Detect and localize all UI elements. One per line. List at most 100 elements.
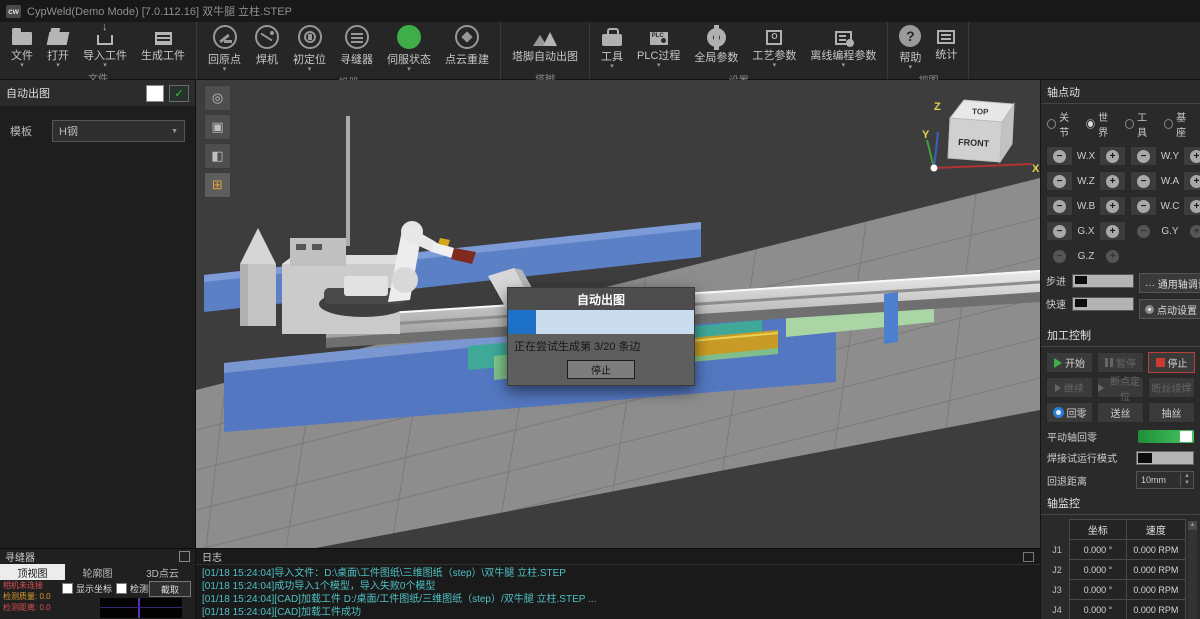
viewport-3d[interactable]: ◎▣◧⊞ TOP FRONT X Y Z 自动出图 正在尝试生成第 3/20 条… [196,80,1040,548]
view-cube-top-label[interactable]: TOP [972,107,989,117]
log-entries[interactable]: [01/18 15:24:04]导入文件：D:\桌面\工件图纸\三维图纸（ste… [196,565,1040,619]
checkbox-显示坐标[interactable]: 显示坐标 [62,582,112,595]
retract-distance-spinner[interactable]: 10mm ▲▼ [1136,471,1194,489]
axis-x-label: X [1032,163,1040,175]
stop-button[interactable]: 停止 [567,360,635,379]
radio-icon [1125,119,1134,129]
ribbon-button-label: 离线编程参数 [810,47,876,63]
checkbox-icon [62,583,73,594]
general-axis-debug-button[interactable]: ··· 通用轴调试 [1139,273,1200,293]
auto-draw-title: 自动出图 [6,85,141,101]
ribbon-button-home-origin[interactable]: 回原点▾ [201,22,248,73]
stop-button-panel[interactable]: 停止 [1148,352,1195,373]
preview-check-icon[interactable]: ✓ [169,85,189,102]
jog-plus-W.B[interactable]: + [1099,196,1126,216]
rewire-button[interactable]: 断丝续焊 [1148,377,1195,398]
ribbon-button-servo-status[interactable]: 伺服状态▾ [380,22,438,73]
translate-home-toggle[interactable] [1138,430,1194,443]
fit-view-icon[interactable]: ◎ [204,85,231,111]
ribbon-button-label: 全局参数 [694,49,738,65]
tab-轮廓图[interactable]: 轮廓图 [65,564,130,580]
scroll-up-icon[interactable]: ▲ [1188,521,1197,530]
capture-button[interactable]: 截取 [149,581,191,597]
ribbon-button-process-params[interactable]: 工艺参数▾ [745,22,803,69]
checkbox-label: 显示坐标 [76,582,112,595]
ribbon-button-initial-position[interactable]: 初定位▾ [286,22,333,73]
ribbon-button-label: 打开 [47,47,69,63]
jog-minus-G.X[interactable]: − [1046,221,1073,241]
step-slider[interactable] [1072,274,1134,288]
tab-3D点云[interactable]: 3D点云 [130,564,195,580]
jog-plus-W.Y[interactable]: + [1183,146,1200,166]
jog-mode-世界[interactable]: 世界 [1086,109,1116,139]
axis-name: J3 [1045,580,1070,600]
wire-feed-button[interactable]: 送丝 [1097,402,1144,423]
ribbon-button-label: 寻缝器 [340,51,373,67]
view-cube-front-label[interactable]: FRONT [958,137,990,149]
jog-minus-W.A[interactable]: − [1130,171,1157,191]
jog-plus-W.Z[interactable]: + [1099,171,1126,191]
ribbon-button-stats[interactable]: 统计 [928,22,964,68]
auto-draw-header: 自动出图 ✓ [0,80,195,106]
spinner-arrows[interactable]: ▲▼ [1180,473,1193,487]
jog-minus-W.C[interactable]: − [1130,196,1157,216]
ribbon-button-label: 回原点 [208,51,241,67]
ribbon-button-tools[interactable]: 工具▾ [594,22,630,70]
jog-axis-label: W.A [1159,176,1181,187]
auto-draw-panel: 自动出图 ✓ 模板 H钢 ▼ [0,80,196,548]
ribbon-button-label: 初定位 [293,51,326,67]
minus-icon: − [1137,150,1150,163]
color-swatch[interactable] [146,85,164,102]
jog-axis-label: W.X [1075,151,1097,162]
title-bar: cw CypWeld(Demo Mode) [7.0.112.16] 双牛腿 立… [0,0,1200,22]
file-icon [12,32,32,45]
jog-axis-G.Z: −G.Z+ [1046,246,1126,266]
ribbon-button-plc-process[interactable]: PLC过程▾ [630,22,687,69]
jog-plus-W.C[interactable]: + [1183,196,1200,216]
resume-button[interactable]: 继续 [1046,377,1093,398]
view-cube[interactable]: TOP FRONT X Y Z [920,88,1040,180]
jog-minus-W.Y[interactable]: − [1130,146,1157,166]
pause-button[interactable]: 暂停 [1097,352,1144,373]
template-select[interactable]: H钢 ▼ [52,120,185,142]
ribbon-button-help[interactable]: ?帮助▾ [892,22,928,71]
jog-mode-关节[interactable]: 关节 [1047,109,1077,139]
wire-retract-button[interactable]: 抽丝 [1148,402,1195,423]
log-collapse-icon[interactable] [1023,552,1034,562]
import-part-icon [97,35,113,45]
jog-settings-button[interactable]: 点动设置 [1139,299,1200,319]
start-button[interactable]: 开始 [1046,352,1093,373]
plc-process-icon [650,32,668,45]
ribbon-button-welder[interactable]: 焊机 [248,22,286,73]
jog-minus-W.B[interactable]: − [1046,196,1073,216]
ribbon-button-corbel-auto-draw[interactable]: 塔脚自动出图 [505,22,585,70]
section-view-icon[interactable]: ◧ [204,143,231,169]
measure-icon[interactable]: ⊞ [204,172,231,198]
tab-顶视图[interactable]: 顶视图 [0,564,65,580]
ribbon-button-import-part[interactable]: 导入工件▾ [76,22,134,69]
ribbon-button-global-params[interactable]: 全局参数 [687,22,745,71]
jog-minus-W.X[interactable]: − [1046,146,1073,166]
breakpoint-locate-button[interactable]: 断点定位 [1097,377,1144,398]
log-panel: 日志 [01/18 15:24:04]导入文件：D:\桌面\工件图纸\三维图纸（… [196,548,1040,619]
jog-mode-工具[interactable]: 工具 [1125,109,1155,139]
jog-minus-W.Z[interactable]: − [1046,171,1073,191]
monitor-scrollbar[interactable]: ▲ [1188,521,1197,619]
jog-plus-W.A[interactable]: + [1183,171,1200,191]
jog-plus-W.X[interactable]: + [1099,146,1126,166]
ribbon-button-offline-params[interactable]: 离线编程参数▾ [803,22,883,69]
fast-slider[interactable] [1072,297,1134,311]
ribbon-button-pointcloud-rebuild[interactable]: 点云重建 [438,22,496,73]
jog-plus-G.X[interactable]: + [1099,221,1126,241]
ribbon-button-generate-part[interactable]: 生成工件 [134,22,192,69]
home-button[interactable]: 回零 [1046,402,1093,423]
expand-icon[interactable] [179,551,190,562]
ribbon-button-seam-finder[interactable]: 寻缝器 [333,22,380,73]
dry-run-toggle[interactable] [1136,451,1194,465]
ribbon-button-open[interactable]: 打开▾ [40,22,76,69]
ribbon-button-file[interactable]: 文件▾ [4,22,40,69]
view-cube-icon[interactable]: ▣ [204,114,231,140]
monitor-row-J3: J30.000 °0.000 RPM [1045,580,1186,600]
process-params-icon [766,30,782,45]
jog-mode-基座[interactable]: 基座 [1164,109,1194,139]
